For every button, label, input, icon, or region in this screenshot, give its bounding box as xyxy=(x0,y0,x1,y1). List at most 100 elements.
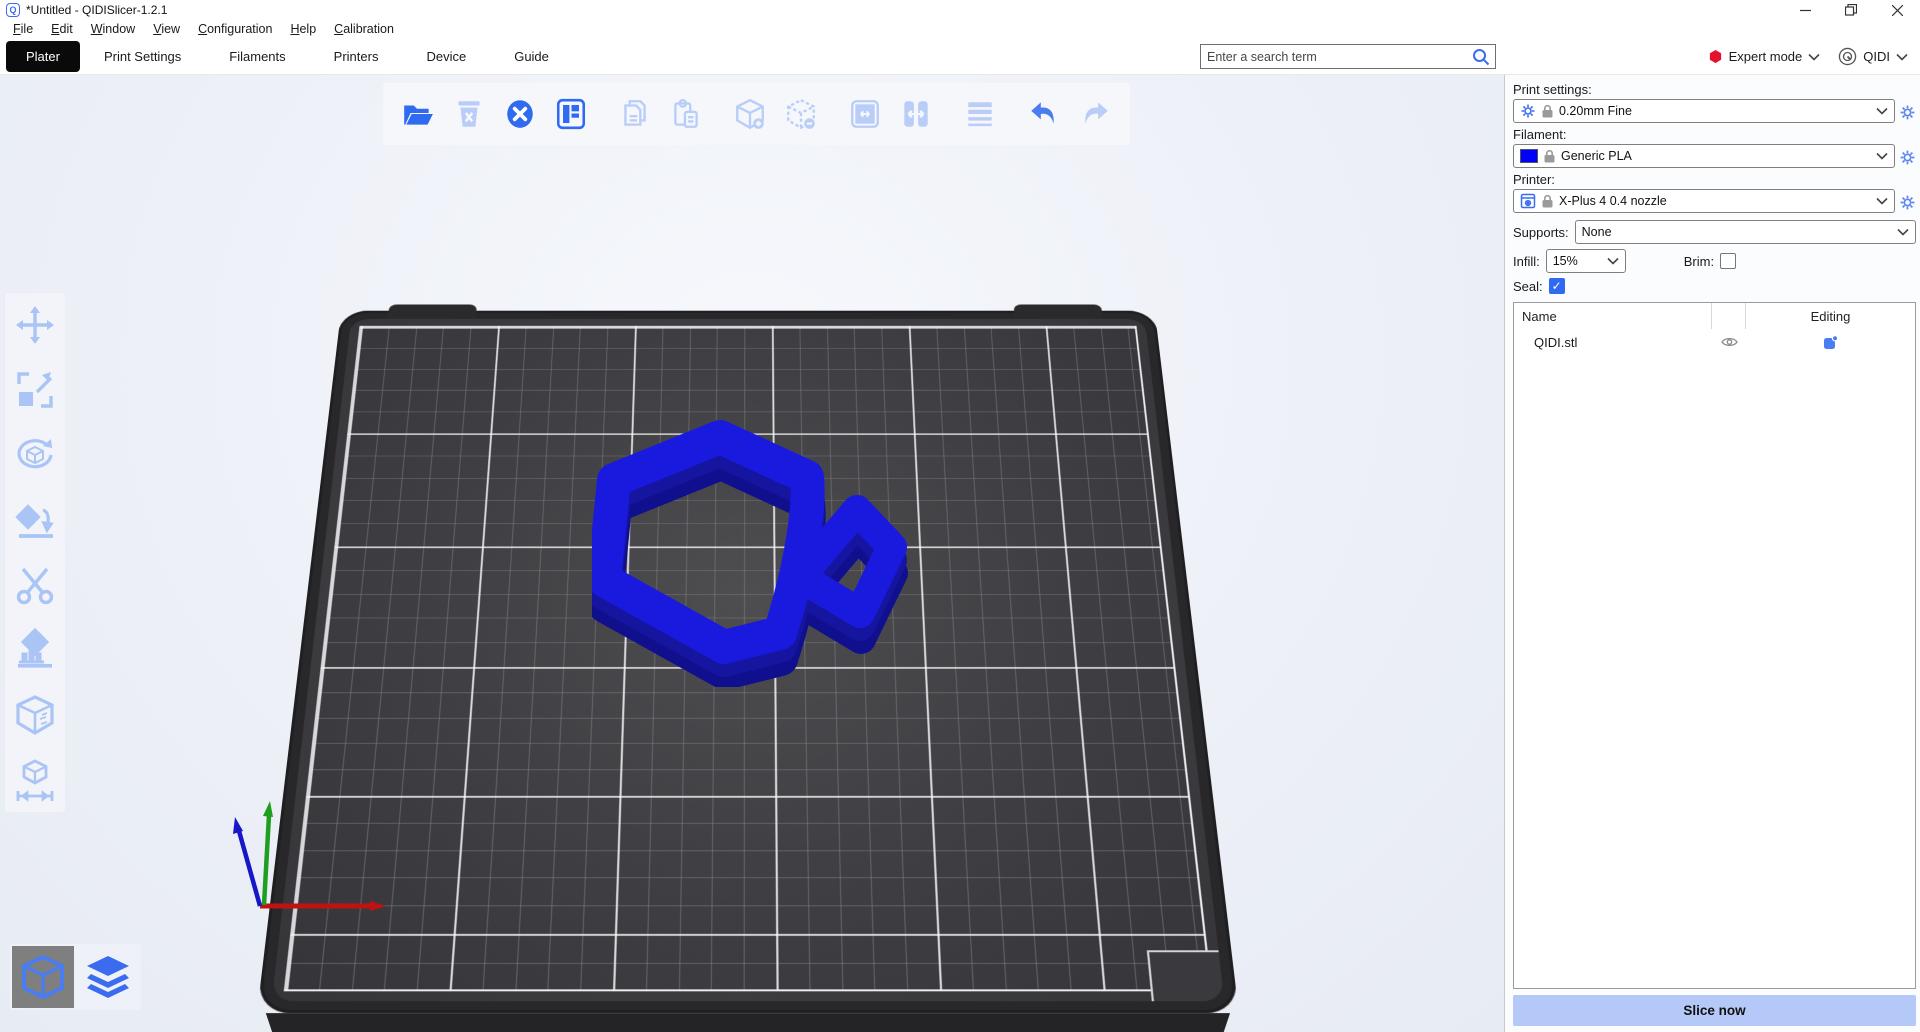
brim-checkbox[interactable] xyxy=(1720,253,1736,269)
object-name: QIDI.stl xyxy=(1514,335,1712,350)
print-settings-select[interactable]: 0.20mm Fine xyxy=(1513,99,1895,123)
seam-paint-icon xyxy=(13,628,57,672)
cut-icon xyxy=(13,563,57,607)
lock-icon xyxy=(1542,105,1553,118)
seal-checkbox[interactable]: ✓ xyxy=(1549,278,1565,294)
edit-object-icon[interactable] xyxy=(1823,335,1838,350)
menu-help[interactable]: Help xyxy=(281,22,325,36)
tab-plater[interactable]: Plater xyxy=(6,41,80,72)
copy-button[interactable] xyxy=(614,93,656,135)
titlebar: Q *Untitled - QIDISlicer-1.2.1 xyxy=(0,0,1920,20)
menu-edit[interactable]: Edit xyxy=(42,22,82,36)
infill-select[interactable]: 15% xyxy=(1546,249,1626,273)
bed-notch xyxy=(1147,950,1225,1001)
printer-gear-button[interactable] xyxy=(1899,194,1916,211)
z-axis xyxy=(239,831,260,906)
split-parts-button[interactable] xyxy=(895,93,937,135)
slice-now-button[interactable]: Slice now xyxy=(1513,995,1916,1026)
seam-paint-tool[interactable] xyxy=(11,626,59,674)
search-box[interactable] xyxy=(1200,44,1496,69)
scale-tool[interactable] xyxy=(11,366,59,414)
window-title: *Untitled - QIDISlicer-1.2.1 xyxy=(26,3,167,17)
fuzzy-skin-tool[interactable] xyxy=(11,691,59,739)
infill-value: 15% xyxy=(1553,254,1601,268)
tab-device[interactable]: Device xyxy=(402,41,490,72)
print-settings-value: 0.20mm Fine xyxy=(1559,104,1870,118)
supports-label: Supports: xyxy=(1513,225,1569,240)
paste-button[interactable] xyxy=(665,93,707,135)
mode-selector[interactable]: Expert mode xyxy=(1708,49,1821,64)
bed-clip xyxy=(388,305,477,320)
chevron-down-icon xyxy=(1607,257,1619,265)
search-input[interactable] xyxy=(1201,50,1471,64)
gizmo-toolbar xyxy=(5,293,65,812)
tabbar-right-cluster: Expert mode QIDI xyxy=(1708,38,1908,75)
split-parts-icon xyxy=(899,97,933,131)
menu-configuration[interactable]: Configuration xyxy=(189,22,281,36)
filament-gear-button[interactable] xyxy=(1899,149,1916,166)
supports-select[interactable]: None xyxy=(1575,220,1916,244)
view-mode-toggles xyxy=(10,944,141,1010)
account-label: QIDI xyxy=(1863,49,1890,64)
place-on-face-tool[interactable] xyxy=(11,496,59,544)
column-visibility xyxy=(1712,303,1746,329)
tab-filaments[interactable]: Filaments xyxy=(205,41,309,72)
tabbar: Plater Print Settings Filaments Printers… xyxy=(0,38,1920,75)
check-icon: ✓ xyxy=(1552,279,1562,293)
redo-button[interactable] xyxy=(1074,93,1116,135)
copy-icon xyxy=(618,97,652,131)
expert-mode-icon xyxy=(1708,49,1723,64)
split-objects-button[interactable] xyxy=(844,93,886,135)
tab-printers[interactable]: Printers xyxy=(310,41,403,72)
print-settings-gear-button[interactable] xyxy=(1899,104,1916,121)
account-menu[interactable]: QIDI xyxy=(1838,47,1908,66)
move-icon xyxy=(13,303,57,347)
model-qidi-stl[interactable] xyxy=(592,405,914,687)
move-tool[interactable] xyxy=(11,301,59,349)
close-icon xyxy=(1892,5,1903,16)
search-icon[interactable] xyxy=(1471,47,1491,67)
chevron-down-icon xyxy=(1897,228,1909,236)
chevron-down-icon xyxy=(1876,107,1888,115)
delete-button[interactable] xyxy=(448,93,490,135)
chevron-down-icon xyxy=(1876,197,1888,205)
menu-view[interactable]: View xyxy=(144,22,189,36)
redo-icon xyxy=(1078,97,1112,131)
close-button[interactable] xyxy=(1874,0,1920,20)
viewport-3d[interactable] xyxy=(0,75,1504,1032)
cut-tool[interactable] xyxy=(11,561,59,609)
variable-layer-height-button[interactable] xyxy=(959,93,1001,135)
preview-view-button[interactable] xyxy=(77,946,139,1008)
menu-window[interactable]: Window xyxy=(82,22,144,36)
rotate-tool[interactable] xyxy=(11,431,59,479)
remove-instance-button[interactable] xyxy=(780,93,822,135)
brim-label: Brim: xyxy=(1684,254,1714,269)
object-row[interactable]: QIDI.stl xyxy=(1514,329,1915,355)
printer-select[interactable]: X-Plus 4 0.4 nozzle xyxy=(1513,189,1895,213)
supports-value: None xyxy=(1582,225,1891,239)
infill-label: Infill: xyxy=(1513,254,1540,269)
undo-button[interactable] xyxy=(1023,93,1065,135)
variable-layer-height-icon xyxy=(963,97,997,131)
delete-all-button[interactable] xyxy=(499,93,541,135)
tab-guide[interactable]: Guide xyxy=(490,41,573,72)
open-folder-button[interactable] xyxy=(397,93,439,135)
mode-label: Expert mode xyxy=(1729,49,1803,64)
object-list: Name Editing QIDI.stl xyxy=(1513,302,1916,989)
print-settings-label: Print settings: xyxy=(1513,82,1916,97)
arrange-icon xyxy=(554,97,588,131)
restore-button[interactable] xyxy=(1828,0,1874,20)
arrange-button[interactable] xyxy=(550,93,592,135)
eye-icon[interactable] xyxy=(1721,336,1738,348)
measure-tool[interactable] xyxy=(11,756,59,804)
delete-all-icon xyxy=(503,97,537,131)
minimize-button[interactable] xyxy=(1782,0,1828,20)
filament-select[interactable]: Generic PLA xyxy=(1513,144,1895,168)
editor-view-button[interactable] xyxy=(12,946,74,1008)
add-instance-button[interactable] xyxy=(729,93,771,135)
menu-calibration[interactable]: Calibration xyxy=(325,22,403,36)
restore-icon xyxy=(1845,4,1857,16)
menu-file[interactable]: File xyxy=(4,22,42,36)
column-editing: Editing xyxy=(1746,309,1915,324)
tab-print-settings[interactable]: Print Settings xyxy=(80,41,205,72)
